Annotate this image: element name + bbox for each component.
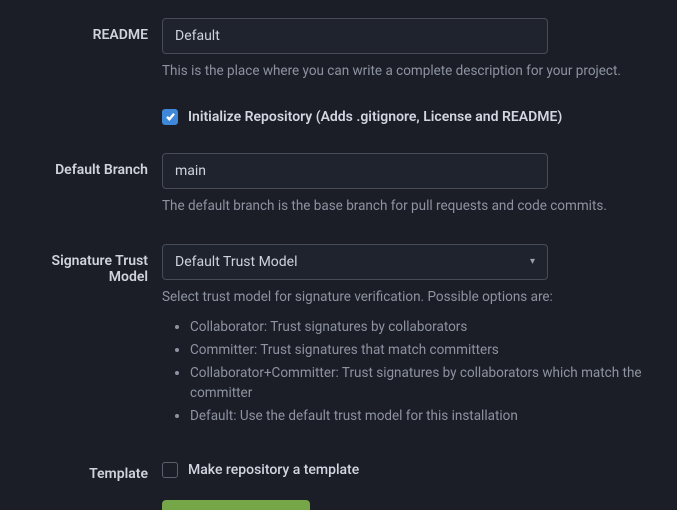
init-repo-row: Initialize Repository (Adds .gitignore, … xyxy=(12,109,659,125)
template-label: Template xyxy=(12,457,162,482)
submit-row: Create Repository xyxy=(12,500,659,510)
list-item: Default: Use the default trust model for… xyxy=(190,406,659,427)
repo-create-form: README Default This is the place where y… xyxy=(0,0,677,510)
readme-row: README Default This is the place where y… xyxy=(12,18,659,81)
default-branch-help: The default branch is the base branch fo… xyxy=(162,197,659,216)
trust-model-options-list: Collaborator: Trust signatures by collab… xyxy=(162,317,659,428)
check-icon xyxy=(165,111,176,122)
template-row: Template Make repository a template xyxy=(12,457,659,482)
list-item: Collaborator: Trust signatures by collab… xyxy=(190,317,659,338)
readme-label: README xyxy=(12,18,162,81)
list-item: Collaborator+Committer: Trust signatures… xyxy=(190,363,659,405)
default-branch-label: Default Branch xyxy=(12,153,162,216)
init-repo-checkbox-label: Initialize Repository (Adds .gitignore, … xyxy=(188,109,562,125)
trust-model-row: Signature Trust Model Default Trust Mode… xyxy=(12,244,659,430)
readme-select-value: Default xyxy=(175,28,220,44)
init-repo-checkbox[interactable] xyxy=(162,109,178,125)
trust-model-select[interactable]: Default Trust Model ▾ xyxy=(162,244,548,280)
default-branch-input[interactable] xyxy=(162,153,548,189)
default-branch-row: Default Branch The default branch is the… xyxy=(12,153,659,216)
template-checkbox-label: Make repository a template xyxy=(188,462,359,478)
template-checkbox[interactable] xyxy=(162,462,178,478)
trust-model-help: Select trust model for signature verific… xyxy=(162,288,659,307)
list-item: Committer: Trust signatures that match c… xyxy=(190,340,659,361)
chevron-down-icon: ▾ xyxy=(530,256,535,267)
readme-help: This is the place where you can write a … xyxy=(162,62,659,81)
readme-select[interactable]: Default xyxy=(162,18,548,54)
trust-model-label: Signature Trust Model xyxy=(12,244,162,430)
create-repository-button[interactable]: Create Repository xyxy=(162,500,310,510)
trust-model-select-value: Default Trust Model xyxy=(175,254,298,270)
